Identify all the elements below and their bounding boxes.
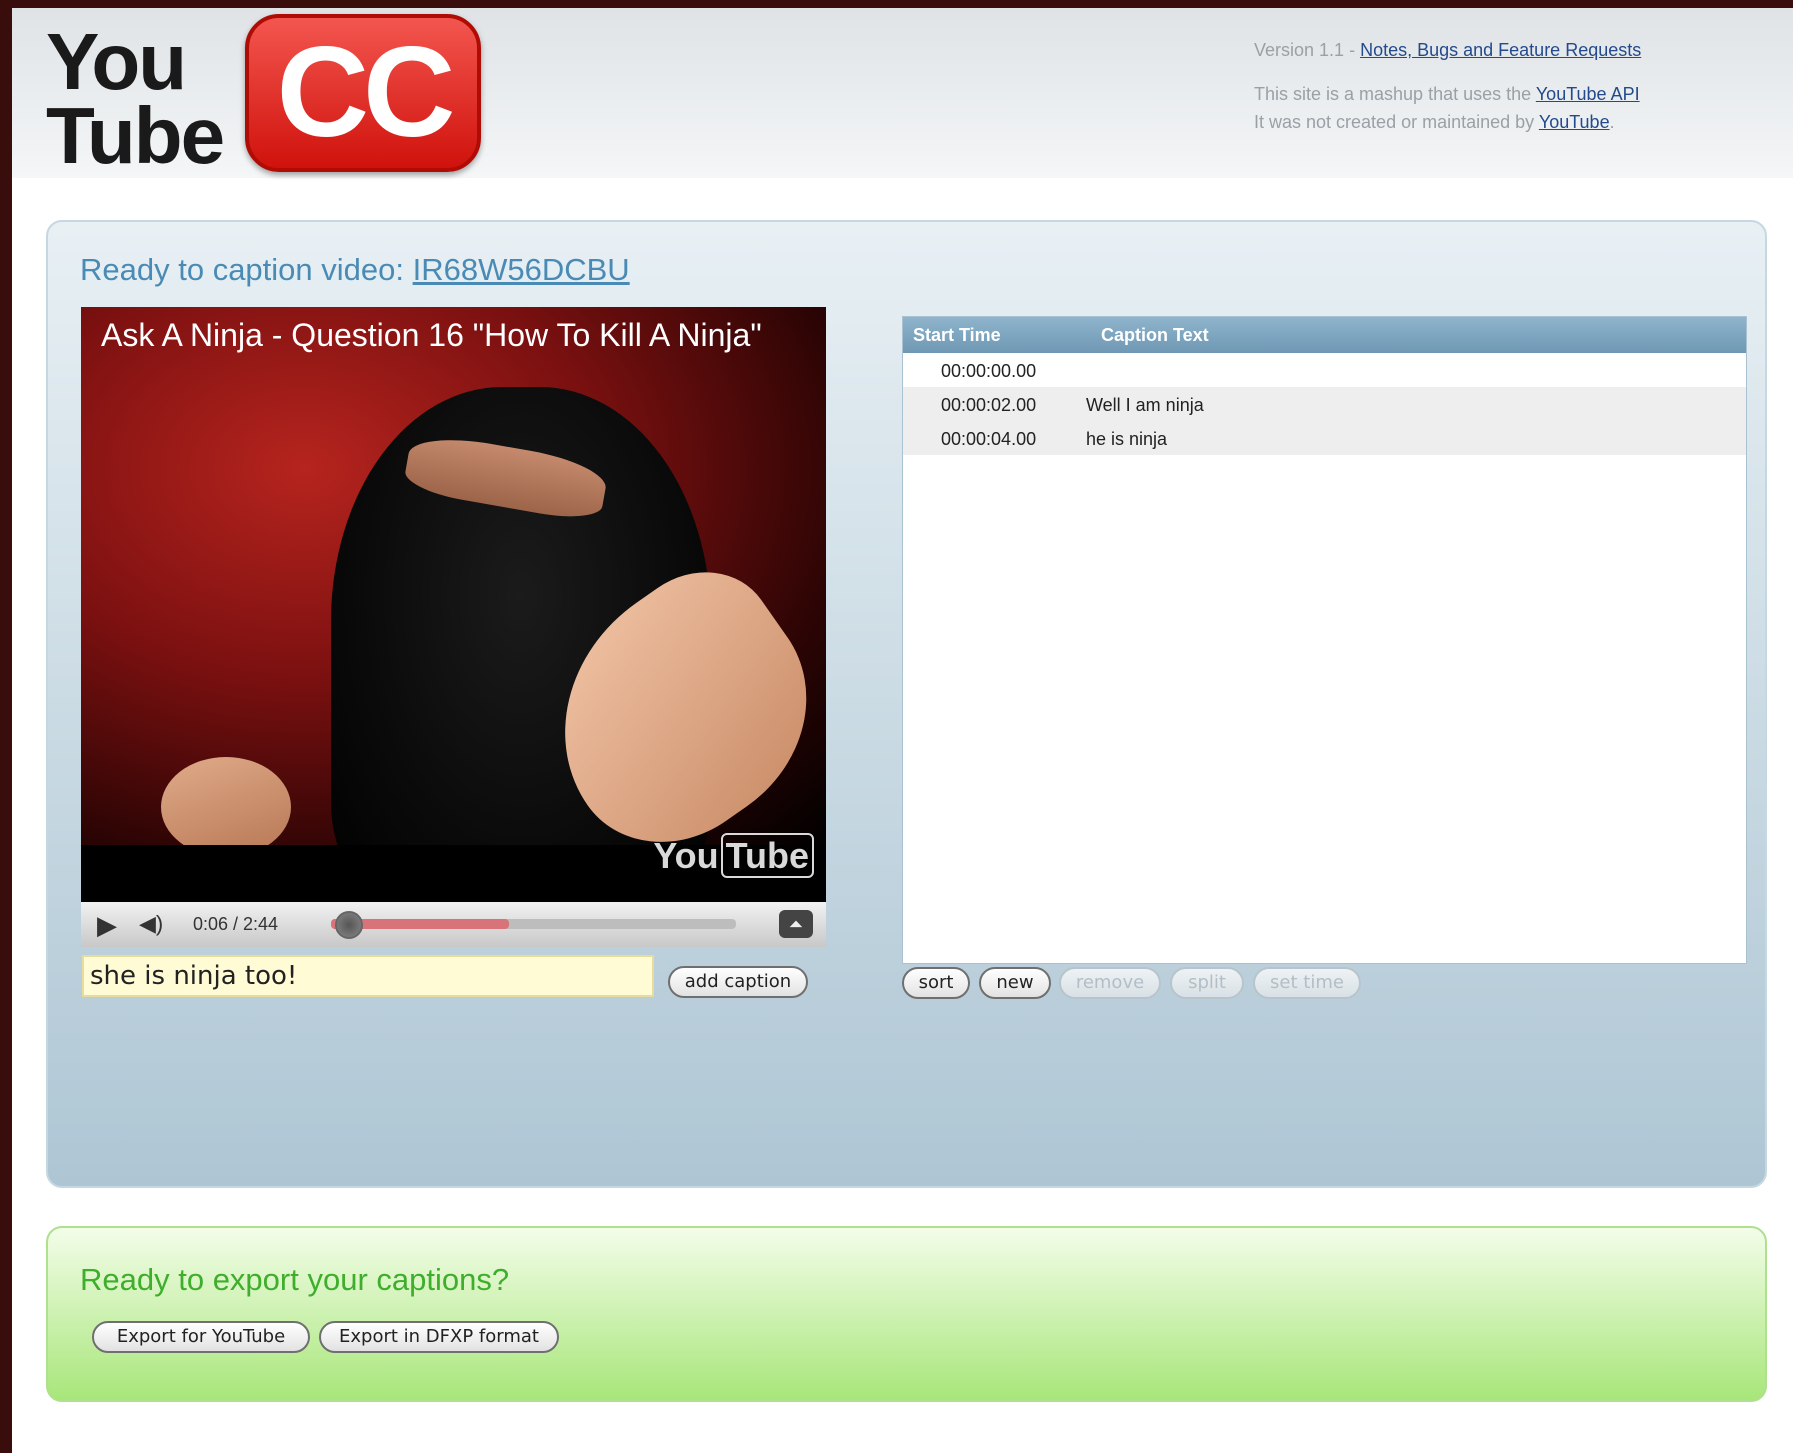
watermark-tube: Tube [720,833,814,878]
video-player[interactable]: Ask A Ninja - Question 16 "How To Kill A… [81,307,826,947]
logo-tube-text: Tube [46,91,225,180]
row-caption-text: Well I am ninja [1086,395,1204,415]
row-start-time: 00:00:02.00 [941,395,1037,415]
notes-link[interactable]: Notes, Bugs and Feature Requests [1360,40,1641,60]
video-id-link[interactable]: IR68W56DCBU [413,252,630,287]
video-title: Ask A Ninja - Question 16 "How To Kill A… [101,317,762,353]
caption-table: Start Time Caption Text 00:00:00.00 00:0… [902,316,1747,964]
play-icon[interactable]: ▶ [97,910,117,941]
logo-you-text: You [46,17,187,106]
table-row[interactable]: 00:00:02.00 Well I am ninja [903,387,1746,421]
youtube-link[interactable]: YouTube [1539,112,1610,132]
new-button[interactable]: new [979,967,1051,999]
caption-panel-title-prefix: Ready to caption video: [80,252,404,287]
sort-button[interactable]: sort [902,967,970,999]
caption-panel-title: Ready to caption video: IR68W56DCBU [80,252,630,288]
ninja-hand-left [161,757,291,845]
time-display: 0:06 / 2:44 [193,914,279,934]
maintained-text: It was not created or maintained by [1254,112,1535,132]
watermark-you: You [653,835,719,876]
split-button[interactable]: split [1170,967,1244,999]
row-start-time: 00:00:04.00 [941,429,1037,449]
table-header: Start Time Caption Text [903,317,1746,353]
table-row[interactable]: 00:00:04.00 he is ninja [903,421,1746,455]
version-text: Version 1.1 - [1254,40,1356,60]
player-controls: ▶ ◀) 0:06 / 2:44 ⏶ [81,902,826,947]
export-dfxp-button[interactable]: Export in DFXP format [319,1321,559,1353]
mashup-text: This site is a mashup that uses the [1254,84,1532,104]
header-caption-text[interactable]: Caption Text [1101,325,1209,346]
row-caption-text: he is ninja [1086,429,1168,449]
table-row[interactable]: 00:00:00.00 [903,353,1746,387]
header-info: Version 1.1 - Notes, Bugs and Feature Re… [1254,36,1641,136]
row-start-time: 00:00:00.00 [941,361,1037,381]
period-text: . [1609,112,1615,132]
youtube-watermark: You Tube [653,833,814,878]
caption-input[interactable] [82,955,654,997]
remove-button[interactable]: remove [1059,967,1161,999]
volume-icon[interactable]: ◀) [139,911,163,937]
youtube-api-link[interactable]: YouTube API [1536,84,1640,104]
export-panel-title: Ready to export your captions? [80,1262,510,1297]
seek-bar[interactable] [331,911,736,939]
export-panel [46,1226,1767,1402]
logo-cc-badge: CC [245,14,481,172]
seek-handle[interactable] [335,911,364,939]
export-youtube-button[interactable]: Export for YouTube [92,1321,310,1353]
add-caption-button[interactable]: add caption [668,966,808,998]
set-time-button[interactable]: set time [1253,967,1361,999]
video-frame[interactable]: Ask A Ninja - Question 16 "How To Kill A… [81,307,826,845]
header-start-time[interactable]: Start Time [913,325,1001,346]
fullscreen-icon[interactable]: ⏶ [779,910,813,938]
